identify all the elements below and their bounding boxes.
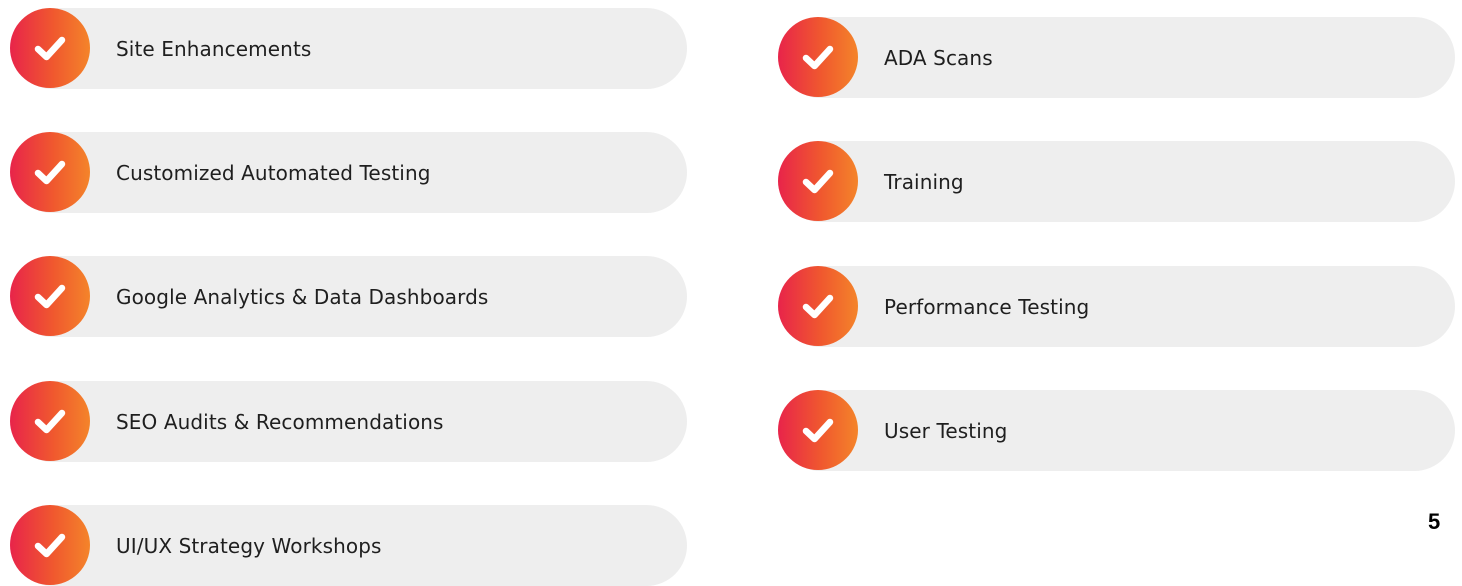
- check-icon: [778, 141, 858, 221]
- service-item-ui-ux-workshops: UI/UX Strategy Workshops: [10, 505, 687, 586]
- service-item-label: ADA Scans: [884, 45, 993, 70]
- service-item-label: Google Analytics & Data Dashboards: [116, 284, 489, 309]
- check-icon: [778, 266, 858, 346]
- check-icon: [10, 256, 90, 336]
- page-number: 5: [1428, 509, 1441, 534]
- service-item-label: UI/UX Strategy Workshops: [116, 533, 382, 558]
- service-item-site-enhancements: Site Enhancements: [10, 8, 687, 89]
- service-item-ada-scans: ADA Scans: [778, 17, 1455, 98]
- service-item-google-analytics: Google Analytics & Data Dashboards: [10, 256, 687, 337]
- check-icon: [10, 8, 90, 88]
- check-icon: [778, 390, 858, 470]
- service-item-label: Site Enhancements: [116, 36, 312, 61]
- service-item-label: Training: [884, 169, 964, 194]
- service-item-label: SEO Audits & Recommendations: [116, 409, 444, 434]
- check-icon: [10, 381, 90, 461]
- service-item-customized-automated-testing: Customized Automated Testing: [10, 132, 687, 213]
- service-item-user-testing: User Testing: [778, 390, 1455, 471]
- service-item-seo-audits: SEO Audits & Recommendations: [10, 381, 687, 462]
- check-icon: [10, 132, 90, 212]
- check-icon: [10, 505, 90, 585]
- service-item-performance-testing: Performance Testing: [778, 266, 1455, 347]
- service-item-label: Performance Testing: [884, 294, 1090, 319]
- service-item-label: Customized Automated Testing: [116, 160, 431, 185]
- service-item-training: Training: [778, 141, 1455, 222]
- service-item-label: User Testing: [884, 418, 1008, 443]
- check-icon: [778, 17, 858, 97]
